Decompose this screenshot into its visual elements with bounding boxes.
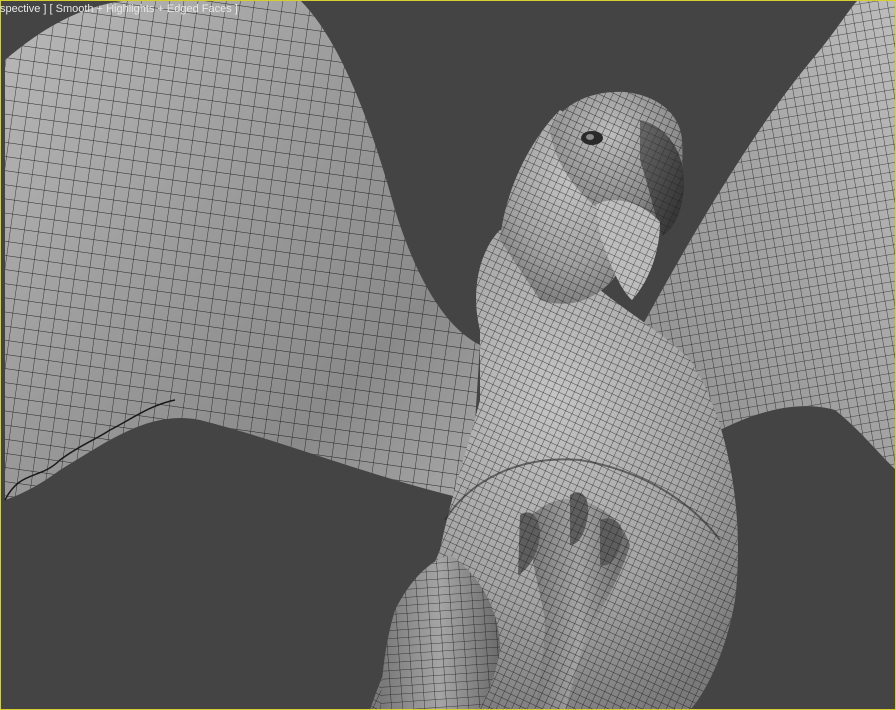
viewport-shading-menu[interactable]: Smooth + Highlights + Edged Faces <box>56 3 232 15</box>
viewport-label: spective ] [ Smooth + Highlights + Edged… <box>0 3 238 15</box>
viewport-scene <box>4 0 896 710</box>
viewport-label-end: ] <box>231 3 238 15</box>
left-wing <box>4 0 480 501</box>
viewport-view-menu[interactable]: spective ] <box>0 3 46 15</box>
viewport-label-separator: [ <box>46 3 56 15</box>
perspective-viewport[interactable]: spective ] [ Smooth + Highlights + Edged… <box>0 0 896 710</box>
